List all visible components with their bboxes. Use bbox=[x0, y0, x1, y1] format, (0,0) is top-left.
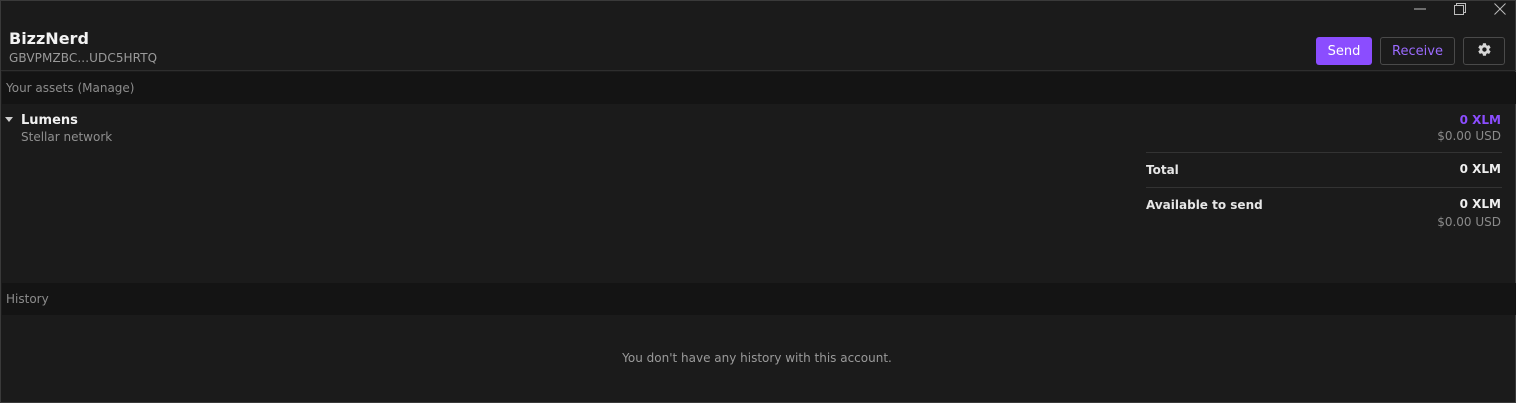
window-controls bbox=[1411, 1, 1509, 17]
asset-network: Stellar network bbox=[21, 130, 113, 144]
close-button[interactable] bbox=[1491, 1, 1509, 17]
asset-usd-value: $0.00 USD bbox=[1437, 129, 1501, 143]
assets-section-header: Your assets (Manage) bbox=[2, 72, 1516, 104]
history-section-title: History bbox=[6, 292, 49, 306]
divider bbox=[1146, 187, 1502, 188]
minimize-button[interactable] bbox=[1411, 1, 1429, 17]
account-header: BizzNerd GBVPMZBC...UDC5HRTQ Send Receiv… bbox=[1, 1, 1516, 71]
history-empty-message: You don't have any history with this acc… bbox=[622, 351, 892, 365]
restore-icon bbox=[1453, 2, 1467, 16]
send-button[interactable]: Send bbox=[1316, 37, 1372, 65]
available-label: Available to send bbox=[1146, 198, 1263, 212]
divider bbox=[1146, 152, 1502, 153]
total-label: Total bbox=[1146, 163, 1179, 177]
account-name: BizzNerd bbox=[9, 29, 89, 48]
close-icon bbox=[1493, 2, 1507, 16]
receive-button[interactable]: Receive bbox=[1380, 37, 1455, 65]
minimize-icon bbox=[1413, 2, 1427, 16]
gear-icon bbox=[1477, 42, 1492, 61]
asset-name: Lumens bbox=[21, 113, 78, 128]
asset-amount: 0 XLM bbox=[1459, 113, 1501, 127]
account-address[interactable]: GBVPMZBC...UDC5HRTQ bbox=[9, 51, 157, 65]
assets-section-title[interactable]: Your assets (Manage) bbox=[6, 81, 134, 95]
available-value: 0 XLM bbox=[1459, 197, 1501, 211]
app-window: BizzNerd GBVPMZBC...UDC5HRTQ Send Receiv… bbox=[0, 0, 1516, 403]
settings-button[interactable] bbox=[1463, 37, 1505, 65]
history-section-header: History bbox=[2, 283, 1516, 315]
asset-row-lumens[interactable]: Lumens Stellar network 0 XLM $0.00 USD T… bbox=[1, 104, 1516, 283]
total-value: 0 XLM bbox=[1459, 162, 1501, 176]
expand-caret-icon[interactable] bbox=[5, 117, 13, 122]
available-usd-value: $0.00 USD bbox=[1437, 215, 1501, 229]
restore-button[interactable] bbox=[1451, 1, 1469, 17]
